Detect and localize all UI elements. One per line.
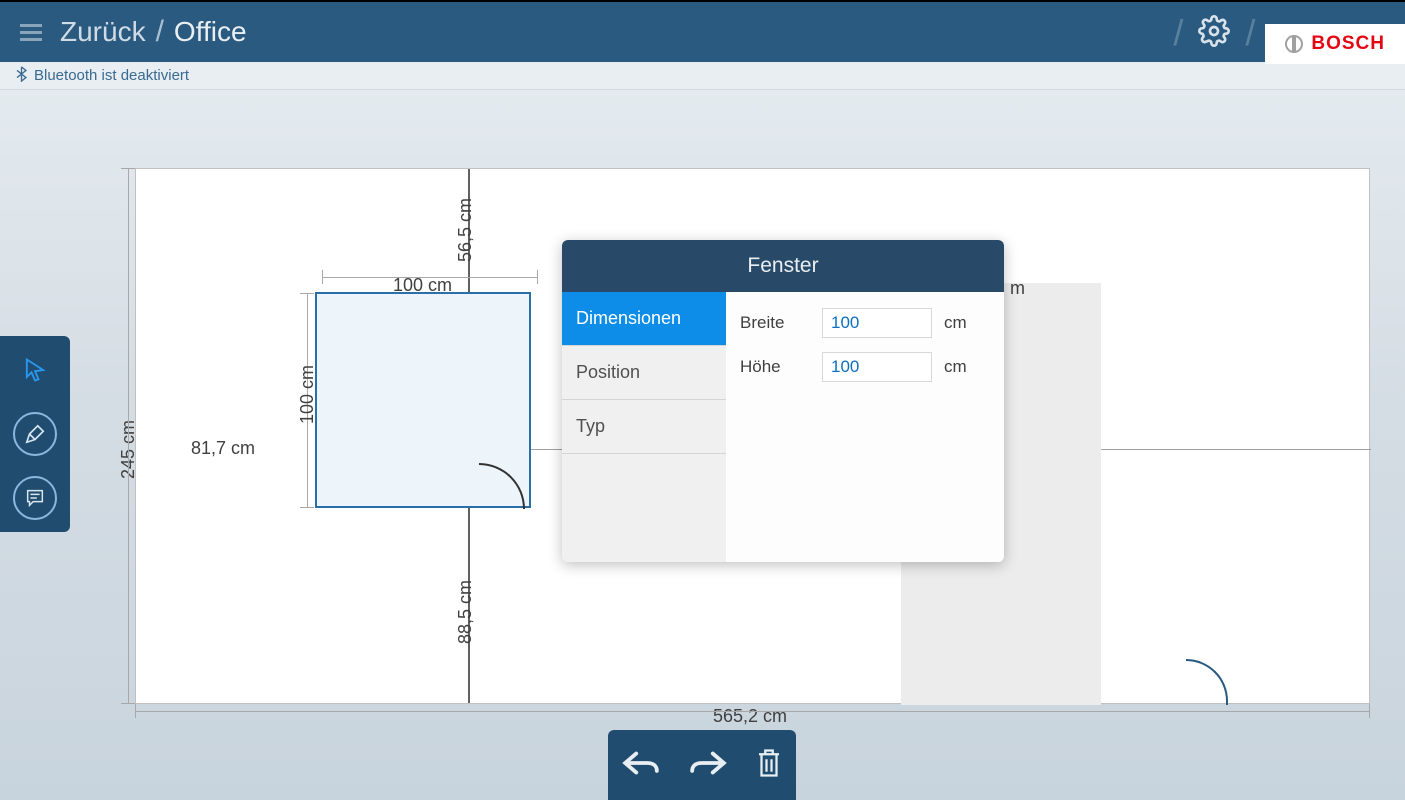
menu-icon[interactable] bbox=[20, 20, 42, 45]
unit-height: cm bbox=[944, 357, 967, 377]
back-button[interactable]: Zurück bbox=[60, 16, 146, 48]
header-divider: / bbox=[1173, 12, 1183, 54]
panel-tabs: Dimensionen Position Typ bbox=[562, 292, 726, 562]
label-room-width: 565,2 cm bbox=[713, 706, 787, 727]
properties-panel: Fenster Dimensionen Position Typ Breite … bbox=[562, 240, 1004, 562]
panel-title: Fenster bbox=[562, 240, 1004, 292]
app-header: Zurück / Office / / BOSCH bbox=[0, 0, 1405, 62]
dim-guide bbox=[128, 168, 129, 704]
tab-position[interactable]: Position bbox=[562, 346, 726, 400]
dim-guide bbox=[135, 711, 1370, 712]
left-toolbar bbox=[0, 336, 70, 532]
label-ext-unit: m bbox=[1010, 278, 1025, 299]
selected-window-object[interactable] bbox=[315, 292, 531, 508]
unit-width: cm bbox=[944, 313, 967, 333]
tab-dimensions[interactable]: Dimensionen bbox=[562, 292, 726, 346]
delete-button[interactable] bbox=[756, 748, 782, 783]
breadcrumb-separator: / bbox=[156, 15, 164, 49]
label-window-height: 100 cm bbox=[297, 365, 318, 424]
panel-content: Breite cm Höhe cm bbox=[726, 292, 1004, 562]
brand-logo: BOSCH bbox=[1265, 24, 1405, 64]
label-width: Breite bbox=[740, 313, 810, 333]
tab-type[interactable]: Typ bbox=[562, 400, 726, 454]
undo-button[interactable] bbox=[622, 750, 660, 781]
draw-tool-button[interactable] bbox=[13, 412, 57, 456]
status-bar: Bluetooth ist deaktiviert bbox=[0, 62, 1405, 90]
label-window-width: 100 cm bbox=[393, 275, 452, 296]
label-bottom-seg: 88,5 cm bbox=[455, 580, 476, 644]
input-width[interactable] bbox=[822, 308, 932, 338]
bluetooth-icon bbox=[15, 66, 28, 86]
label-height: Höhe bbox=[740, 357, 810, 377]
window-swing-icon bbox=[479, 463, 525, 509]
settings-icon[interactable] bbox=[1198, 15, 1230, 52]
input-height[interactable] bbox=[822, 352, 932, 382]
select-tool-button[interactable] bbox=[13, 348, 57, 392]
page-title: Office bbox=[174, 16, 247, 48]
label-top-seg: 56,5 cm bbox=[455, 198, 476, 262]
door-arc-icon bbox=[1186, 659, 1228, 705]
label-left-width: 81,7 cm bbox=[191, 438, 255, 459]
header-divider: / bbox=[1245, 12, 1255, 54]
bluetooth-status-text: Bluetooth ist deaktiviert bbox=[34, 67, 189, 84]
note-tool-button[interactable] bbox=[13, 476, 57, 520]
bottom-toolbar bbox=[608, 730, 796, 800]
redo-button[interactable] bbox=[689, 750, 727, 781]
